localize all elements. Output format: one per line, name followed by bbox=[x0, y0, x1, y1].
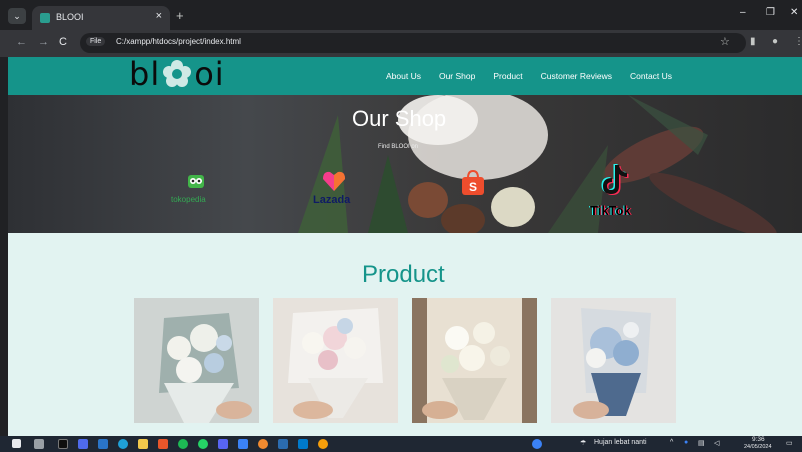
edge-icon[interactable] bbox=[118, 439, 128, 449]
app-s-icon[interactable] bbox=[58, 439, 68, 449]
bookmark-star-icon[interactable]: ☆ bbox=[720, 35, 730, 48]
lazada-heart-icon[interactable] bbox=[321, 169, 347, 193]
nav-product[interactable]: Product bbox=[493, 71, 522, 81]
nav-customer-reviews[interactable]: Customer Reviews bbox=[541, 71, 612, 81]
menu-kebab-icon[interactable]: ⋮ bbox=[794, 36, 802, 47]
product-card[interactable] bbox=[412, 298, 537, 423]
address-bar-row: ← → C File C:/xampp/htdocs/project/index… bbox=[0, 30, 802, 57]
tiktok-note-icon[interactable] bbox=[599, 163, 629, 197]
network-icon[interactable]: ▤ bbox=[698, 439, 705, 447]
address-bar[interactable]: File C:/xampp/htdocs/project/index.html bbox=[80, 33, 746, 53]
office-icon[interactable] bbox=[158, 439, 168, 449]
nav-about-us[interactable]: About Us bbox=[386, 71, 421, 81]
spotify-icon[interactable] bbox=[178, 439, 188, 449]
shopee-bag-icon[interactable]: S bbox=[461, 170, 485, 196]
tokopedia-bag-icon[interactable] bbox=[187, 171, 205, 189]
hero-title: Our Shop bbox=[352, 106, 447, 131]
minimize-button[interactable]: – bbox=[740, 7, 746, 18]
hero-subtitle: Find BLOOI on bbox=[378, 144, 419, 150]
lazada-link[interactable]: Lazada bbox=[313, 194, 350, 206]
notification-icon[interactable]: ▭ bbox=[786, 439, 793, 447]
nav-contact-us[interactable]: Contact Us bbox=[630, 71, 672, 81]
bouquet-blue-hydrangea-image bbox=[551, 298, 676, 423]
browser-tab-strip: ⌄ BLOOI × + – ❐ ✕ bbox=[0, 0, 802, 30]
task-view-icon[interactable] bbox=[34, 439, 44, 449]
weather-text[interactable]: Hujan lebat nanti bbox=[594, 439, 647, 446]
help-icon[interactable] bbox=[532, 439, 542, 449]
xampp-icon[interactable] bbox=[318, 439, 328, 449]
our-shop-hero: Our Shop Find BLOOI on tokopedia Lazada … bbox=[8, 95, 802, 233]
photos-icon[interactable] bbox=[238, 439, 248, 449]
app-icon[interactable] bbox=[278, 439, 288, 449]
maximize-button[interactable]: ❐ bbox=[766, 7, 775, 18]
logo-text-left: bl bbox=[129, 57, 161, 93]
web-page: bl oi About Us Our Shop Product Customer… bbox=[8, 57, 802, 436]
tab-search-button[interactable]: ⌄ bbox=[8, 8, 26, 24]
browser-tab[interactable]: BLOOI × bbox=[32, 6, 170, 30]
bluetooth-icon[interactable]: ● bbox=[684, 439, 688, 446]
product-title: Product bbox=[362, 261, 445, 288]
bouquet-pink-white-image bbox=[273, 298, 398, 423]
product-card[interactable] bbox=[551, 298, 676, 423]
new-tab-button[interactable]: + bbox=[176, 8, 184, 23]
close-window-button[interactable]: ✕ bbox=[790, 7, 798, 18]
windows-taskbar: ☂ Hujan lebat nanti ^ ● ▤ ◁ 9:36 24/05/2… bbox=[0, 436, 802, 452]
app-v-icon[interactable] bbox=[78, 439, 88, 449]
file-explorer-icon[interactable] bbox=[138, 439, 148, 449]
tray-chevron-icon[interactable]: ^ bbox=[670, 439, 673, 446]
url-text[interactable]: C:/xampp/htdocs/project/index.html bbox=[116, 37, 241, 46]
product-card[interactable] bbox=[134, 298, 259, 423]
site-logo[interactable]: bl oi bbox=[129, 57, 225, 93]
tokopedia-link[interactable]: tokopedia bbox=[171, 195, 206, 204]
chrome-icon[interactable] bbox=[258, 439, 268, 449]
clock-date[interactable]: 24/05/2024 bbox=[744, 444, 772, 450]
product-section: Product bbox=[8, 233, 802, 436]
back-button[interactable]: ← bbox=[16, 36, 27, 48]
favicon-icon bbox=[40, 13, 50, 23]
tiktok-link[interactable]: TikTok bbox=[590, 203, 631, 218]
volume-icon[interactable]: ◁ bbox=[714, 439, 719, 447]
app-store-icon[interactable] bbox=[98, 439, 108, 449]
side-panel-icon[interactable]: ▮ bbox=[750, 36, 756, 47]
tab-close-button[interactable]: × bbox=[156, 10, 162, 22]
profile-icon[interactable]: ● bbox=[772, 36, 778, 47]
weather-icon[interactable]: ☂ bbox=[580, 439, 586, 447]
bouquet-white-blue-image bbox=[134, 298, 259, 423]
whatsapp-icon[interactable] bbox=[198, 439, 208, 449]
svg-text:S: S bbox=[469, 180, 477, 194]
discord-icon[interactable] bbox=[218, 439, 228, 449]
clock-time[interactable]: 9:36 bbox=[752, 436, 765, 443]
vscode-icon[interactable] bbox=[298, 439, 308, 449]
site-navbar: bl oi About Us Our Shop Product Customer… bbox=[8, 57, 802, 95]
nav-our-shop[interactable]: Our Shop bbox=[439, 71, 475, 81]
flower-logo-icon bbox=[162, 59, 192, 89]
product-card[interactable] bbox=[273, 298, 398, 423]
file-chip[interactable]: File bbox=[86, 37, 106, 46]
forward-button[interactable]: → bbox=[38, 36, 49, 48]
bouquet-cream-image bbox=[412, 298, 537, 423]
windows-start-icon[interactable] bbox=[12, 439, 21, 448]
reload-button[interactable]: C bbox=[59, 36, 67, 48]
logo-text-right: oi bbox=[194, 57, 225, 93]
site-menu: About Us Our Shop Product Customer Revie… bbox=[386, 71, 672, 81]
tab-title: BLOOI bbox=[56, 12, 84, 22]
